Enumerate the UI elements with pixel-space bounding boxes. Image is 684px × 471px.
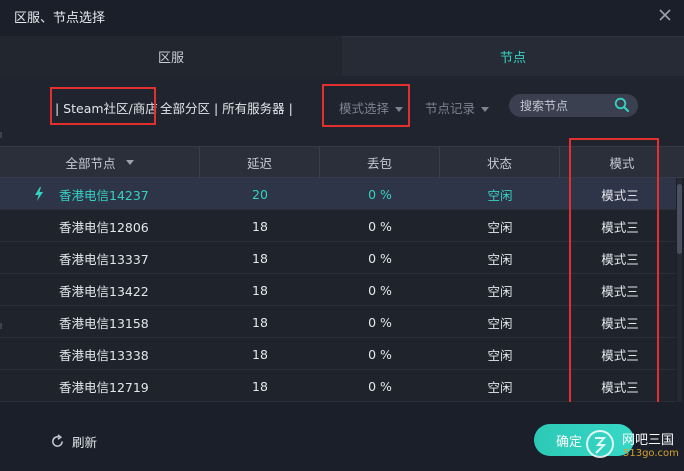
watermark-url: 513go.com bbox=[623, 448, 679, 459]
node-loss: 0 % bbox=[368, 346, 392, 362]
search-input[interactable] bbox=[520, 98, 610, 113]
table-row[interactable]: 香港电信12806 18 0 % 空闲 模式三 bbox=[0, 210, 676, 242]
watermark-name: 网吧三国 bbox=[622, 433, 675, 448]
node-status: 空闲 bbox=[487, 251, 513, 267]
node-latency: 18 bbox=[252, 250, 268, 266]
edge-mark bbox=[0, 132, 2, 138]
column-header-latency[interactable]: 延迟 bbox=[200, 147, 320, 178]
node-latency: 18 bbox=[252, 378, 268, 394]
mode-select-dropdown[interactable]: 模式选择 bbox=[339, 98, 404, 117]
node-loss: 0 % bbox=[368, 378, 392, 394]
node-name: 香港电信14237 bbox=[59, 187, 149, 203]
mode-select-label: 模式选择 bbox=[339, 101, 390, 116]
search-box bbox=[509, 94, 638, 117]
node-name: 香港电信13337 bbox=[59, 251, 149, 267]
table-row[interactable]: 香港电信12719 18 0 % 空闲 模式三 bbox=[0, 370, 676, 402]
table-row[interactable]: 香港电信13158 18 0 % 空闲 模式三 bbox=[0, 306, 676, 338]
refresh-button[interactable]: 刷新 bbox=[50, 432, 97, 451]
tab-node[interactable]: 节点 bbox=[342, 36, 684, 76]
node-name: 香港电信13338 bbox=[59, 347, 149, 363]
node-status: 空闲 bbox=[487, 283, 513, 299]
chevron-down-icon bbox=[481, 107, 490, 112]
node-mode: 模式三 bbox=[601, 283, 639, 299]
node-mode: 模式三 bbox=[601, 187, 639, 203]
filter-steam-community[interactable]: | Steam社区/商店 bbox=[55, 98, 158, 117]
list-scrollbar[interactable] bbox=[677, 178, 682, 402]
search-icon[interactable] bbox=[614, 97, 630, 113]
node-latency: 18 bbox=[252, 314, 268, 330]
node-mode: 模式三 bbox=[601, 251, 639, 267]
node-list: 香港电信14237 20 0 % 空闲 模式三 香港电信12806 18 0 %… bbox=[0, 178, 684, 402]
node-status: 空闲 bbox=[487, 315, 513, 331]
tab-zone[interactable]: 区服 bbox=[0, 36, 342, 76]
watermark-logo: 网吧三国 513go.com bbox=[585, 426, 681, 466]
chevron-down-icon bbox=[125, 160, 134, 165]
table-row[interactable]: 香港电信14237 20 0 % 空闲 模式三 bbox=[0, 178, 676, 210]
chevron-down-icon bbox=[395, 107, 404, 112]
node-latency: 18 bbox=[252, 218, 268, 234]
refresh-icon bbox=[52, 434, 63, 447]
refresh-label: 刷新 bbox=[72, 435, 98, 450]
column-header-loss[interactable]: 丢包 bbox=[320, 147, 440, 178]
node-status: 空闲 bbox=[487, 379, 513, 395]
footer: 刷新 确定 bbox=[0, 402, 684, 471]
node-loss: 0 % bbox=[368, 282, 392, 298]
node-status: 空闲 bbox=[487, 187, 513, 203]
node-name: 香港电信13158 bbox=[59, 315, 149, 331]
node-latency: 20 bbox=[252, 186, 268, 202]
edge-mark bbox=[0, 323, 2, 329]
node-loss: 0 % bbox=[368, 250, 392, 266]
node-name: 香港电信12719 bbox=[59, 379, 149, 395]
node-latency: 18 bbox=[252, 282, 268, 298]
column-label: 全部节点 bbox=[65, 156, 116, 171]
node-mode: 模式三 bbox=[601, 315, 639, 331]
node-mode: 模式三 bbox=[601, 347, 639, 363]
node-mode: 模式三 bbox=[601, 379, 639, 395]
scrollbar-thumb[interactable] bbox=[677, 184, 682, 254]
table-row[interactable]: 香港电信13422 18 0 % 空闲 模式三 bbox=[0, 274, 676, 306]
table-header: 全部节点 延迟 丢包 状态 模式 bbox=[0, 146, 684, 178]
node-status: 空闲 bbox=[487, 347, 513, 363]
watermark-icon bbox=[586, 430, 614, 458]
node-latency: 18 bbox=[252, 346, 268, 362]
node-record-dropdown[interactable]: 节点记录 bbox=[425, 98, 490, 117]
node-record-label: 节点记录 bbox=[425, 101, 476, 116]
tab-bar: 区服 节点 bbox=[0, 36, 684, 76]
table-row[interactable]: 香港电信13337 18 0 % 空闲 模式三 bbox=[0, 242, 676, 274]
column-header-mode[interactable]: 模式 bbox=[560, 147, 684, 178]
node-loss: 0 % bbox=[368, 314, 392, 330]
node-loss: 0 % bbox=[368, 218, 392, 234]
table-row[interactable]: 香港电信13338 18 0 % 空闲 模式三 bbox=[0, 338, 676, 370]
node-name: 香港电信12806 bbox=[59, 219, 149, 235]
node-mode: 模式三 bbox=[601, 219, 639, 235]
node-loss: 0 % bbox=[368, 186, 392, 202]
title-bar: 区服、节点选择 bbox=[0, 0, 684, 32]
column-header-node[interactable]: 全部节点 bbox=[0, 147, 200, 178]
filter-all-regions[interactable]: 全部分区 | 所有服务器 | bbox=[160, 98, 293, 117]
node-status: 空闲 bbox=[487, 219, 513, 235]
close-icon[interactable] bbox=[656, 6, 674, 24]
window-title: 区服、节点选择 bbox=[14, 11, 106, 26]
column-header-status[interactable]: 状态 bbox=[440, 147, 560, 178]
node-name: 香港电信13422 bbox=[59, 283, 149, 299]
